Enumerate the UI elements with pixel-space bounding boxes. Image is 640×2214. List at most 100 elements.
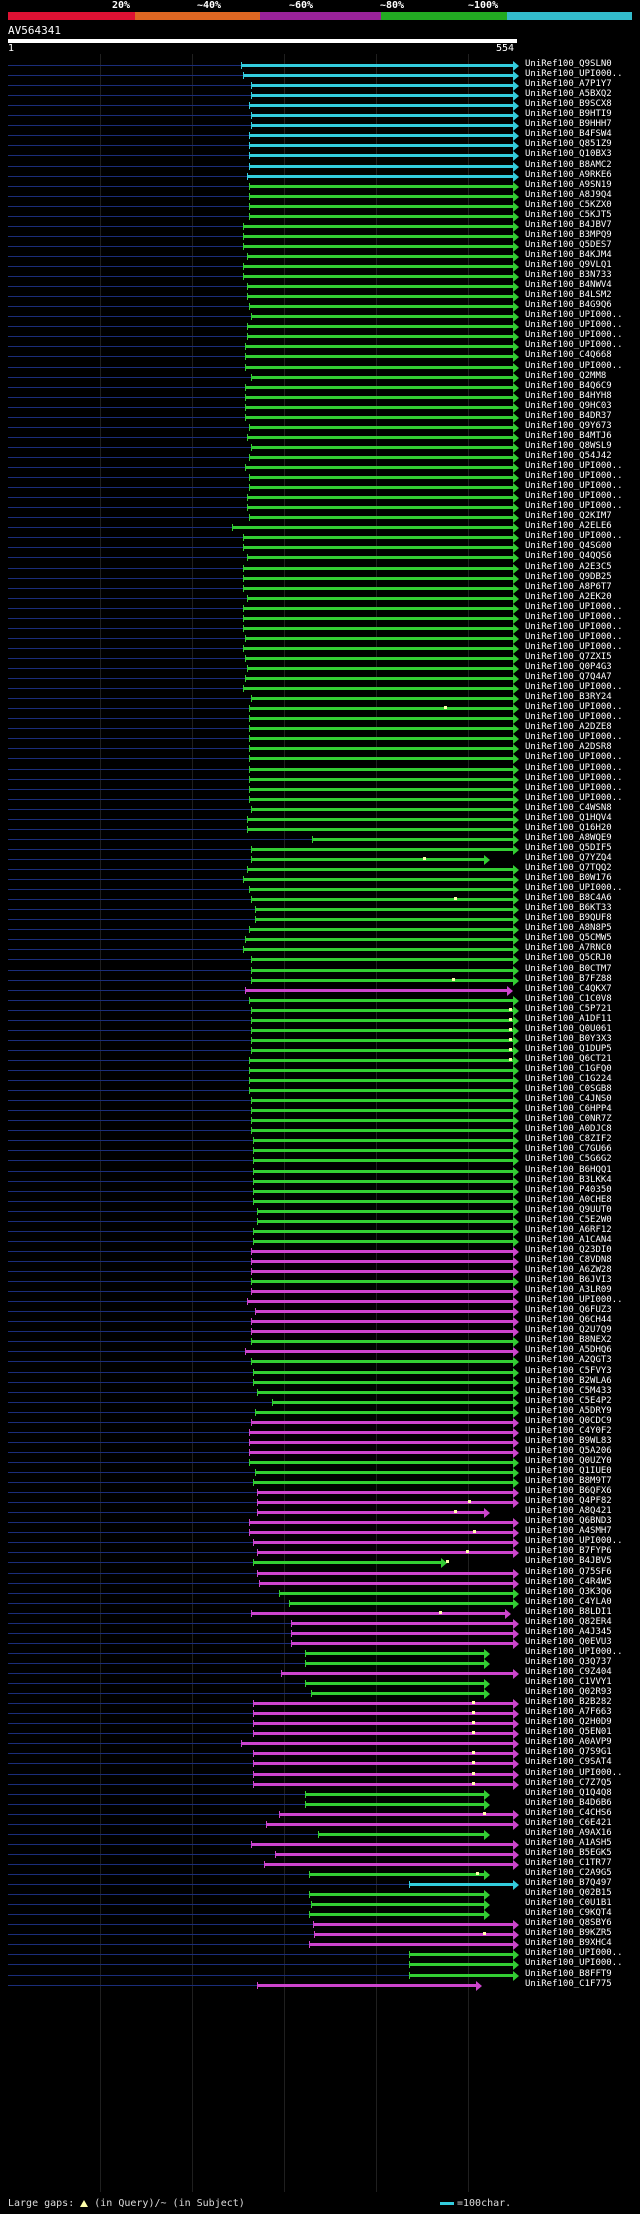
hit-bar[interactable]	[251, 1270, 514, 1273]
hit-bar[interactable]	[251, 124, 514, 128]
hit-bar[interactable]	[255, 1471, 514, 1474]
hit-bar[interactable]	[249, 1440, 514, 1444]
hit-bar[interactable]	[249, 204, 514, 208]
hit-bar[interactable]	[249, 134, 514, 138]
hit-bar[interactable]	[245, 1350, 514, 1354]
hit-bar[interactable]	[253, 1380, 514, 1384]
hit-bar[interactable]	[249, 888, 514, 892]
hit-bar[interactable]	[251, 1420, 514, 1424]
hit-bar[interactable]	[409, 1963, 514, 1967]
hit-bar[interactable]	[308, 1943, 514, 1947]
hit-bar[interactable]	[304, 1802, 484, 1806]
hit-bar[interactable]	[257, 1511, 484, 1515]
hit-bar[interactable]	[243, 626, 514, 630]
hit-bar[interactable]	[291, 1631, 514, 1635]
hit-bar[interactable]	[247, 496, 514, 500]
hit-bar[interactable]	[253, 1561, 441, 1565]
hit-bar[interactable]	[243, 244, 514, 248]
hit-bar[interactable]	[310, 1903, 484, 1907]
hit-bar[interactable]	[251, 1119, 514, 1123]
hit-bar[interactable]	[249, 1069, 514, 1072]
hit-bar[interactable]	[253, 1159, 514, 1163]
hit-bar[interactable]	[247, 435, 514, 439]
hit-bar[interactable]	[247, 285, 514, 289]
hit-bar[interactable]	[249, 1521, 514, 1525]
hit-bar[interactable]	[249, 1450, 514, 1454]
hit-bar[interactable]	[249, 194, 514, 198]
hit-bar[interactable]	[255, 1310, 514, 1314]
hit-bar[interactable]	[251, 375, 514, 379]
hit-bar[interactable]	[245, 365, 514, 369]
hit-bar[interactable]	[249, 1058, 514, 1062]
hit-bar[interactable]	[253, 1179, 514, 1183]
hit-bar[interactable]	[243, 74, 514, 78]
hit-bar[interactable]	[253, 1139, 514, 1143]
hit-bar[interactable]	[308, 1873, 484, 1876]
hit-bar[interactable]	[253, 1189, 514, 1193]
hit-bar[interactable]	[249, 305, 514, 309]
hit-bar[interactable]	[247, 1300, 514, 1304]
hit-bar[interactable]	[251, 1280, 514, 1284]
hit-bar[interactable]	[257, 1983, 477, 1987]
hit-bar[interactable]	[409, 1883, 514, 1887]
hit-bar[interactable]	[245, 636, 514, 640]
hit-bar[interactable]	[243, 586, 514, 590]
hit-bar[interactable]	[251, 1611, 506, 1615]
hit-bar[interactable]	[308, 1913, 484, 1917]
hit-bar[interactable]	[249, 154, 514, 158]
hit-bar[interactable]	[253, 1239, 514, 1243]
hit-bar[interactable]	[245, 345, 514, 349]
hit-bar[interactable]	[249, 476, 514, 480]
hit-bar[interactable]	[247, 506, 514, 510]
hit-bar[interactable]	[251, 847, 514, 851]
hit-bar[interactable]	[259, 1581, 514, 1585]
hit-bar[interactable]	[249, 757, 514, 761]
hit-bar[interactable]	[251, 445, 514, 449]
hit-bar[interactable]	[409, 1973, 514, 1977]
hit-bar[interactable]	[243, 616, 514, 620]
hit-bar[interactable]	[249, 717, 514, 721]
hit-bar[interactable]	[249, 1089, 514, 1093]
hit-bar[interactable]	[249, 516, 514, 520]
hit-bar[interactable]	[247, 817, 514, 821]
hit-bar[interactable]	[312, 837, 514, 841]
hit-bar[interactable]	[304, 1792, 484, 1796]
hit-bar[interactable]	[251, 958, 514, 962]
hit-bar[interactable]	[253, 1149, 514, 1153]
hit-bar[interactable]	[249, 1079, 514, 1083]
hit-bar[interactable]	[245, 405, 514, 409]
hit-bar[interactable]	[251, 315, 514, 319]
hit-bar[interactable]	[247, 667, 514, 670]
hit-bar[interactable]	[251, 1048, 514, 1052]
hit-bar[interactable]	[279, 1812, 514, 1816]
hit-bar[interactable]	[251, 1320, 514, 1324]
hit-bar[interactable]	[279, 1591, 514, 1595]
hit-bar[interactable]	[243, 878, 514, 882]
hit-bar[interactable]	[304, 1682, 484, 1686]
hit-bar[interactable]	[251, 1249, 514, 1253]
hit-bar[interactable]	[249, 104, 514, 108]
hit-bar[interactable]	[243, 566, 514, 570]
hit-bar[interactable]	[245, 656, 514, 660]
hit-bar[interactable]	[249, 737, 514, 741]
hit-bar[interactable]	[247, 335, 514, 339]
hit-bar[interactable]	[251, 1129, 514, 1133]
hit-bar[interactable]	[243, 234, 514, 238]
hit-bar[interactable]	[251, 1290, 514, 1294]
hit-bar[interactable]	[257, 1571, 514, 1575]
hit-bar[interactable]	[251, 1842, 514, 1846]
hit-bar[interactable]	[263, 1862, 514, 1866]
hit-bar[interactable]	[245, 988, 508, 992]
hit-bar[interactable]	[245, 677, 514, 681]
hit-bar[interactable]	[265, 1822, 514, 1826]
hit-bar[interactable]	[249, 214, 514, 218]
hit-bar[interactable]	[249, 1430, 514, 1434]
hit-bar[interactable]	[257, 1551, 514, 1555]
hit-bar[interactable]	[249, 184, 514, 188]
hit-bar[interactable]	[249, 777, 514, 781]
hit-bar[interactable]	[257, 1390, 514, 1394]
hit-label[interactable]: UniRef100_C1F775	[525, 1979, 612, 1990]
hit-bar[interactable]	[253, 1481, 514, 1485]
hit-bar[interactable]	[251, 1259, 514, 1263]
hit-bar[interactable]	[245, 395, 514, 399]
